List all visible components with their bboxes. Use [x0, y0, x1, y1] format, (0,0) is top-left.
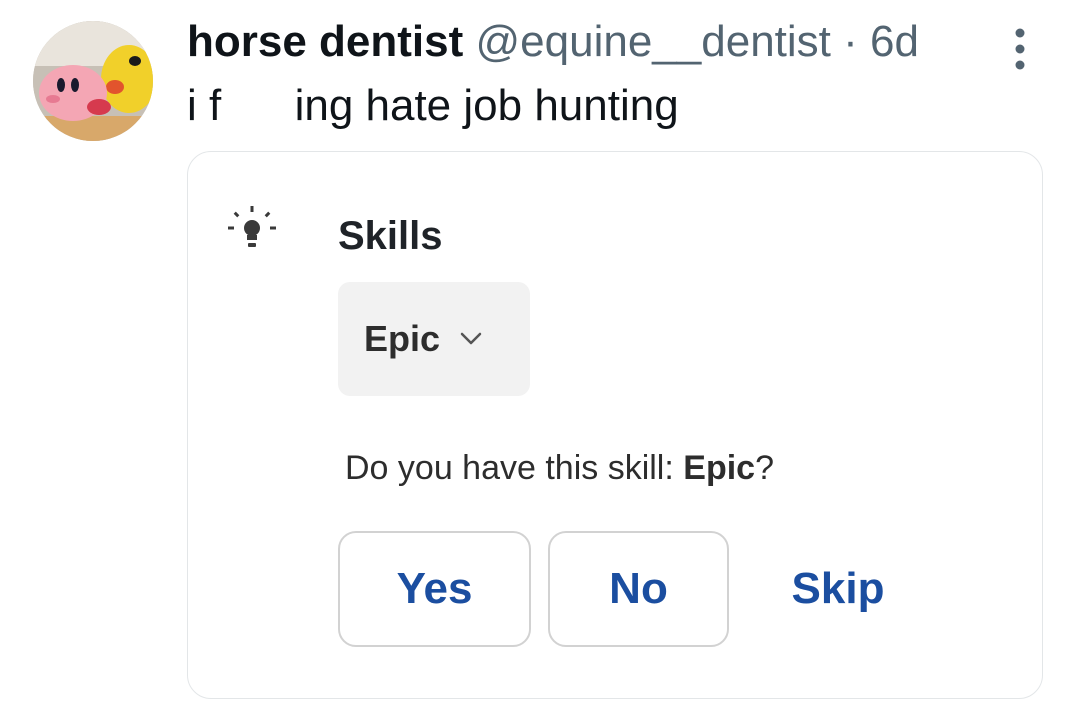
separator-dot: · [843, 17, 858, 66]
question-skill: Epic [683, 449, 756, 487]
chevron-down-icon [460, 332, 482, 345]
more-options-icon[interactable] [1003, 26, 1037, 72]
avatar[interactable] [33, 21, 153, 141]
question-prefix: Do you have this skill: [345, 449, 684, 487]
timestamp[interactable]: 6d [870, 17, 919, 66]
tweet-header: horse dentist @equine__dentist · 6d [187, 16, 919, 68]
lightbulb-icon [222, 200, 282, 260]
tweet-text: i f ing hate job hunting [187, 81, 679, 130]
skill-question: Do you have this skill: Epic? [345, 447, 774, 489]
question-suffix: ? [755, 449, 774, 487]
attached-image-card[interactable]: Skills Epic Do you have this skill: Epic… [187, 151, 1043, 699]
avatar-image [33, 21, 153, 141]
yes-button[interactable]: Yes [338, 531, 531, 647]
skills-heading: Skills [338, 214, 443, 258]
skill-dropdown-value: Epic [364, 318, 441, 359]
skip-button[interactable]: Skip [763, 531, 913, 647]
no-button[interactable]: No [548, 531, 729, 647]
display-name[interactable]: horse dentist [187, 17, 463, 66]
user-handle[interactable]: @equine__dentist [476, 17, 831, 66]
skill-dropdown[interactable]: Epic [338, 282, 530, 396]
